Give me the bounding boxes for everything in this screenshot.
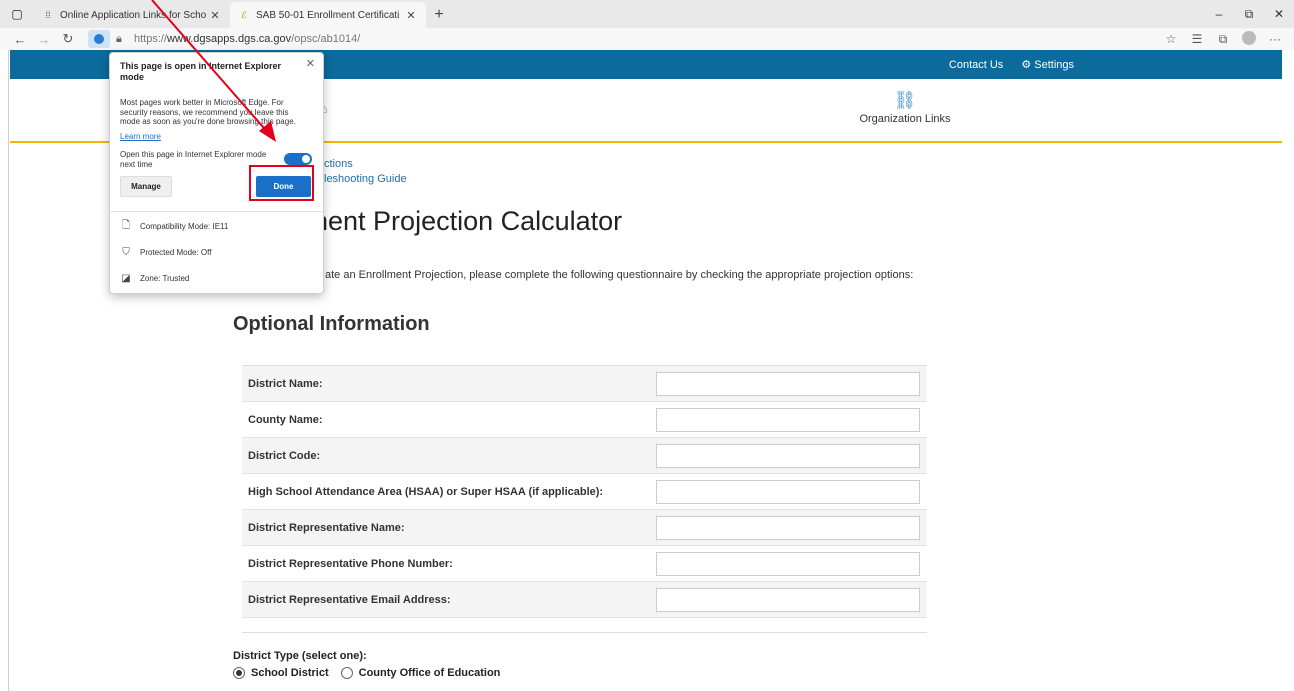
settings-link[interactable]: ⚙ Settings bbox=[1021, 58, 1074, 71]
protected-mode-text: Protected Mode: Off bbox=[140, 247, 212, 257]
tab-sab-enrollment[interactable]: ℰ SAB 50-01 Enrollment Certificati ✕ bbox=[230, 2, 426, 28]
zone-row: ◪ Zone: Trusted bbox=[120, 272, 189, 284]
form-divider bbox=[242, 632, 927, 633]
intro-text: ate an Enrollment Projection, please com… bbox=[325, 269, 914, 281]
tab-title: Online Application Links for Scho bbox=[60, 9, 207, 21]
ie-mode-popup: ✕ This page is open in Internet Explorer… bbox=[109, 52, 324, 294]
utility-links: Contact Us ⚙ Settings bbox=[949, 50, 1074, 79]
url-host: www.dgsapps.dgs.ca.gov bbox=[167, 33, 292, 45]
favorites-icon[interactable]: ☰ bbox=[1184, 32, 1210, 46]
protected-mode-row: ⛉ Protected Mode: Off bbox=[120, 246, 211, 258]
tab-actions-menu-icon[interactable]: ▢ bbox=[0, 0, 34, 28]
tab-close-icon[interactable]: ✕ bbox=[208, 9, 222, 22]
school-district-option[interactable]: School District bbox=[233, 667, 329, 679]
address-bar: ← → ↻ 🔒︎ https://www.dgsapps.dgs.ca.gov/… bbox=[0, 28, 1294, 50]
learn-more-link[interactable]: Learn more bbox=[120, 132, 161, 141]
page-left-border bbox=[8, 50, 9, 691]
favorites-add-icon[interactable]: ☆ bbox=[1158, 32, 1184, 46]
rep-phone-input[interactable] bbox=[656, 551, 920, 576]
county-office-label: County Office of Education bbox=[358, 667, 501, 679]
url-field[interactable]: https://www.dgsapps.dgs.ca.gov/opsc/ab10… bbox=[134, 33, 360, 45]
tab-favicon-icon: ℰ bbox=[241, 9, 247, 20]
tab-favicon-icon: ⁞⁞ bbox=[45, 10, 51, 20]
gear-icon: ⚙ bbox=[1021, 59, 1032, 71]
close-icon[interactable]: ✕ bbox=[306, 57, 315, 70]
organization-links-nav[interactable]: ⛓ Organization Links bbox=[830, 90, 980, 125]
help-links: ctions leshooting Guide bbox=[324, 157, 407, 187]
popup-description: Most pages work better in Microsoft Edge… bbox=[120, 98, 296, 126]
popup-title: This page is open in Internet Explorer m… bbox=[120, 61, 282, 82]
url-path: /opsc/ab1014/ bbox=[291, 33, 361, 45]
refresh-icon[interactable]: ↻ bbox=[56, 31, 80, 47]
zone-text: Zone: Trusted bbox=[140, 273, 190, 283]
county-name-label: County Name: bbox=[248, 413, 323, 426]
document-icon: 🗋︎ bbox=[121, 219, 131, 231]
collections-icon[interactable]: ⧉ bbox=[1210, 32, 1236, 47]
close-window-button[interactable]: ✕ bbox=[1264, 7, 1294, 21]
minimize-button[interactable]: – bbox=[1204, 7, 1234, 21]
form-row: District Code: bbox=[242, 438, 927, 474]
district-type-label: District Type (select one): bbox=[233, 650, 367, 662]
county-office-option[interactable]: County Office of Education bbox=[340, 667, 501, 679]
settings-label: Settings bbox=[1034, 59, 1074, 71]
county-office-radio[interactable] bbox=[340, 667, 353, 679]
optional-information-form: District Name: County Name: District Cod… bbox=[242, 365, 927, 618]
url-scheme: https:// bbox=[134, 33, 168, 45]
form-row: District Representative Email Address: bbox=[242, 582, 927, 618]
district-name-label: District Name: bbox=[248, 377, 323, 390]
instructions-link[interactable]: ctions bbox=[324, 157, 407, 172]
page-title: nent Projection Calculator bbox=[313, 206, 623, 236]
new-tab-button[interactable]: + bbox=[426, 2, 452, 28]
more-icon[interactable]: ··· bbox=[1262, 32, 1288, 46]
compat-mode-row: 🗋︎ Compatibility Mode: IE11 bbox=[120, 220, 228, 232]
school-district-radio[interactable] bbox=[233, 667, 245, 679]
restore-button[interactable]: ⧉ bbox=[1234, 7, 1264, 22]
profile-icon[interactable] bbox=[1236, 30, 1262, 48]
window-controls: – ⧉ ✕ bbox=[1204, 0, 1294, 28]
district-code-label: District Code: bbox=[248, 449, 321, 462]
rep-phone-label: District Representative Phone Number: bbox=[248, 557, 453, 570]
ie-mode-icon[interactable] bbox=[88, 30, 110, 48]
form-row: High School Attendance Area (HSAA) or Su… bbox=[242, 474, 927, 510]
tab-strip: ▢ ⁞⁞ Online Application Links for Scho ✕… bbox=[0, 0, 1294, 28]
back-icon[interactable]: ← bbox=[8, 32, 32, 47]
popup-divider bbox=[110, 211, 323, 212]
tab-online-application-links[interactable]: ⁞⁞ Online Application Links for Scho ✕ bbox=[34, 2, 230, 28]
rep-name-input[interactable] bbox=[656, 515, 920, 540]
link-chain-icon: ⛓ bbox=[893, 90, 917, 110]
lock-icon[interactable]: 🔒︎ bbox=[116, 33, 130, 46]
shield-icon: ⛉ bbox=[122, 246, 130, 258]
compat-mode-text: Compatibility Mode: IE11 bbox=[140, 221, 229, 231]
done-highlight-box bbox=[249, 165, 314, 201]
tab-close-icon[interactable]: ✕ bbox=[404, 9, 418, 22]
county-name-input[interactable] bbox=[656, 407, 920, 432]
tab-title: SAB 50-01 Enrollment Certificati bbox=[256, 9, 400, 21]
section-title: Optional Information bbox=[233, 313, 430, 335]
zone-icon: ◪ bbox=[121, 272, 131, 284]
district-type-radio-group: School District County Office of Educati… bbox=[233, 667, 512, 679]
troubleshooting-guide-link[interactable]: leshooting Guide bbox=[324, 172, 407, 187]
hsaa-input[interactable] bbox=[656, 479, 920, 504]
form-row: District Name: bbox=[242, 366, 927, 402]
school-district-label: School District bbox=[251, 667, 329, 679]
rep-email-label: District Representative Email Address: bbox=[248, 593, 451, 606]
open-next-time-toggle[interactable] bbox=[284, 153, 312, 165]
browser-toolbar: ☆ ☰ ⧉ ··· bbox=[1158, 28, 1288, 50]
district-code-input[interactable] bbox=[656, 443, 920, 468]
form-row: District Representative Name: bbox=[242, 510, 927, 546]
district-name-input[interactable] bbox=[656, 371, 920, 396]
forward-icon[interactable]: → bbox=[32, 32, 56, 47]
organization-links-label: Organization Links bbox=[859, 113, 951, 125]
contact-us-link[interactable]: Contact Us bbox=[949, 59, 1003, 71]
rep-email-input[interactable] bbox=[656, 587, 920, 612]
manage-button[interactable]: Manage bbox=[120, 176, 172, 197]
rep-name-label: District Representative Name: bbox=[248, 521, 405, 534]
form-row: County Name: bbox=[242, 402, 927, 438]
form-row: District Representative Phone Number: bbox=[242, 546, 927, 582]
hsaa-label: High School Attendance Area (HSAA) or Su… bbox=[248, 485, 604, 498]
